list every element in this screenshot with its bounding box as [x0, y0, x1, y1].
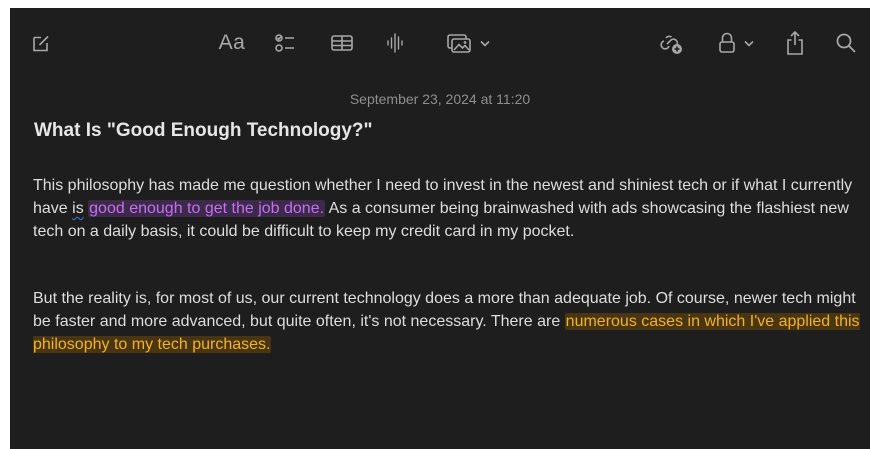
- table-icon: [330, 33, 354, 53]
- media-icon: [446, 32, 472, 54]
- share-icon: [785, 30, 805, 56]
- note-paragraph-2[interactable]: But the reality is, for most of us, our …: [33, 287, 863, 356]
- audio-button[interactable]: [384, 28, 408, 58]
- search-icon: [835, 32, 857, 54]
- table-button[interactable]: [329, 28, 355, 58]
- format-text-icon: Aa: [218, 31, 246, 54]
- compose-icon: [30, 32, 52, 54]
- lock-button[interactable]: [710, 28, 762, 58]
- note-date: September 23, 2024 at 11:20: [349, 91, 531, 107]
- notes-window: Aa September 23, 2024 at 11:20 What Is "…: [10, 8, 870, 449]
- lock-icon: [718, 31, 736, 55]
- search-button[interactable]: [834, 28, 858, 58]
- media-button[interactable]: [440, 28, 496, 58]
- note-paragraph-1[interactable]: This philosophy has made me question whe…: [33, 174, 863, 243]
- collaborate-button[interactable]: [656, 28, 686, 58]
- share-button[interactable]: [783, 28, 807, 58]
- audio-waveform-icon: [386, 32, 406, 54]
- chevron-down-icon: [480, 40, 490, 47]
- compose-button[interactable]: [28, 28, 54, 58]
- misspelled-word[interactable]: is: [72, 200, 84, 217]
- collaborate-icon: [656, 31, 686, 55]
- checklist-icon: [273, 31, 297, 55]
- toolbar: Aa: [10, 8, 870, 80]
- checklist-button[interactable]: [272, 28, 298, 58]
- purple-highlight: good enough to get the job done.: [88, 200, 326, 217]
- chevron-down-icon: [744, 40, 754, 47]
- note-title[interactable]: What Is "Good Enough Technology?": [34, 120, 373, 142]
- format-button[interactable]: Aa: [214, 28, 250, 58]
